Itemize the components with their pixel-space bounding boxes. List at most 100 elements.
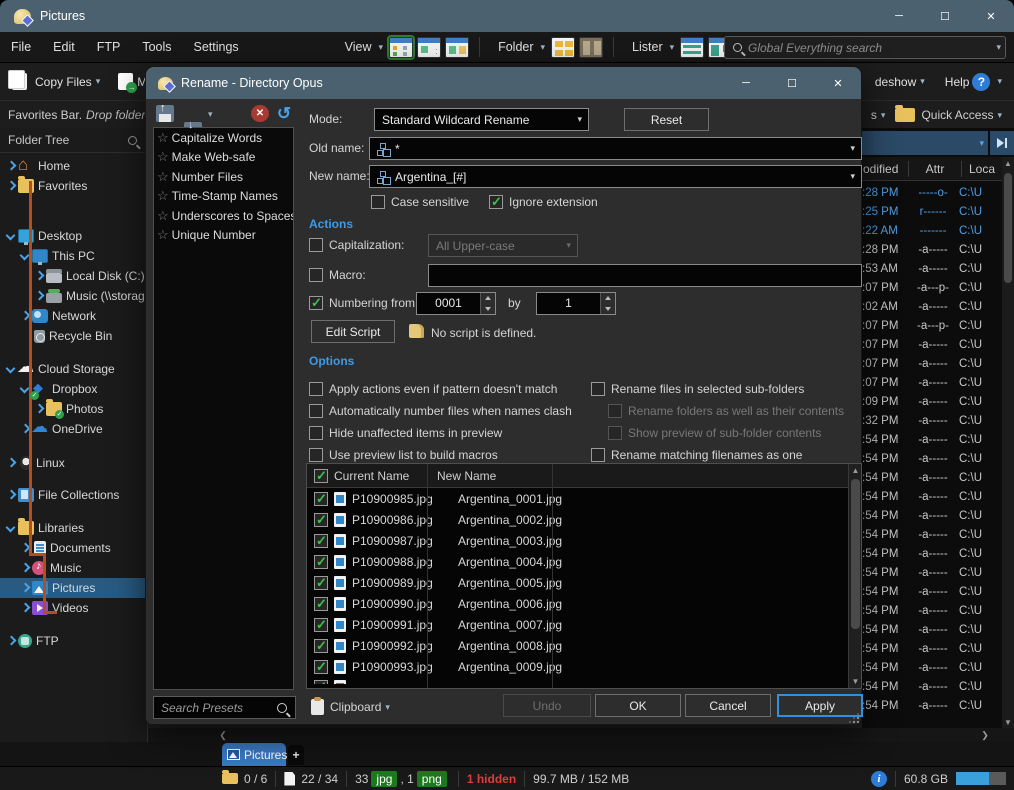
tab-pictures[interactable]: Pictures xyxy=(222,743,286,766)
ok-button[interactable]: OK xyxy=(595,694,681,717)
help-button[interactable]: Help xyxy=(945,75,970,89)
column-attr[interactable]: Attr xyxy=(909,162,961,176)
table-row[interactable]: P10900990.jpgArgentina_0006.jpg xyxy=(307,593,861,614)
mode-select[interactable]: Standard Wildcard Rename▾ xyxy=(374,108,589,131)
star-icon[interactable]: ☆ xyxy=(157,130,169,146)
resize-grip[interactable] xyxy=(849,713,859,723)
case-sensitive-checkbox[interactable]: Case sensitive xyxy=(371,195,469,209)
chevron-down-icon[interactable]: ▾ xyxy=(204,109,217,120)
path-bar[interactable]: ▾ xyxy=(862,131,988,155)
option-rename-matching-filenames-as-one[interactable]: Rename matching filenames as one xyxy=(591,448,802,462)
expand-expanded-icon[interactable] xyxy=(6,523,16,533)
expand-collapsed-icon[interactable] xyxy=(20,583,30,593)
row-checkbox[interactable] xyxy=(314,513,328,527)
option-apply-actions-even-if-pattern-doesn-t-ma[interactable]: Apply actions even if pattern doesn't ma… xyxy=(309,382,557,396)
select-all-checkbox[interactable] xyxy=(314,469,328,483)
file-row[interactable]: :54 PM-a-----C:\U xyxy=(862,639,1002,658)
row-checkbox[interactable] xyxy=(314,618,328,632)
file-row[interactable]: :07 PM-a---p-C:\U xyxy=(862,316,1002,335)
edit-script-button[interactable]: Edit Script xyxy=(311,320,395,343)
tree-item-music[interactable]: Music xyxy=(0,558,147,578)
file-row[interactable]: :09 PM-a-----C:\U xyxy=(862,392,1002,411)
tree-item-desktop[interactable]: Desktop xyxy=(0,226,147,246)
file-row[interactable]: :54 PM-a-----C:\U xyxy=(862,658,1002,677)
file-row[interactable]: :22 AM-------C:\U xyxy=(862,221,1002,240)
file-row[interactable]: :54 PM-a-----C:\U xyxy=(862,582,1002,601)
file-row[interactable]: :54 PM-a-----C:\U xyxy=(862,544,1002,563)
table-row[interactable]: P10900985.jpgArgentina_0001.jpg xyxy=(307,488,861,509)
new-name-column[interactable]: New Name xyxy=(437,469,496,483)
new-tab-button[interactable]: + xyxy=(288,745,304,765)
expand-collapsed-icon[interactable] xyxy=(6,490,16,500)
slideshow-button-clipped[interactable]: deshow xyxy=(875,75,916,89)
tree-item-pictures[interactable]: Pictures xyxy=(0,578,147,598)
scrollbar-thumb[interactable] xyxy=(1004,173,1012,283)
lister-horizontal-icon[interactable] xyxy=(680,37,704,58)
expand-collapsed-icon[interactable] xyxy=(34,271,44,281)
column-modified[interactable]: odified xyxy=(862,162,908,176)
preset-capitalize-words[interactable]: ☆Capitalize Words xyxy=(154,128,293,148)
capitalization-checkbox[interactable]: Capitalization: xyxy=(309,238,404,252)
lister-menu[interactable]: Lister xyxy=(622,40,666,54)
new-name-input[interactable]: Argentina_[#]▾ xyxy=(369,165,862,188)
minimize-button[interactable]: ─ xyxy=(876,0,922,32)
file-row[interactable]: :54 PM-a-----C:\U xyxy=(862,563,1002,582)
expand-expanded-icon[interactable] xyxy=(6,364,16,374)
expand-collapsed-icon[interactable] xyxy=(34,404,44,414)
file-row[interactable]: :07 PM-a---p-C:\U xyxy=(862,278,1002,297)
expand-collapsed-icon[interactable] xyxy=(6,161,16,171)
tree-item-onedrive[interactable]: OneDrive xyxy=(0,419,147,439)
search-presets-input[interactable]: Search Presets xyxy=(153,696,296,719)
column-location[interactable]: Loca xyxy=(962,162,995,176)
current-name-column[interactable]: Current Name xyxy=(334,469,409,483)
option-automatically-number-files-when-names-cl[interactable]: Automatically number files when names cl… xyxy=(309,404,572,418)
table-row[interactable]: P10900993.jpgArgentina_0009.jpg xyxy=(307,656,861,677)
global-search-input[interactable]: Global Everything search ▾ xyxy=(724,36,1006,59)
row-checkbox[interactable] xyxy=(314,576,328,590)
star-icon[interactable]: ☆ xyxy=(157,149,169,165)
tree-item-documents[interactable]: Documents xyxy=(0,538,147,558)
file-row[interactable]: :54 PM-a-----C:\U xyxy=(862,620,1002,639)
file-row[interactable]: :54 PM-a-----C:\U xyxy=(862,525,1002,544)
tree-item-network[interactable]: Network xyxy=(0,306,147,326)
tree-item-favorites[interactable]: Favorites xyxy=(0,176,147,196)
scroll-down-icon[interactable]: ▼ xyxy=(849,675,862,688)
file-row[interactable]: :07 PM-a-----C:\U xyxy=(862,373,1002,392)
row-checkbox[interactable] xyxy=(314,639,328,653)
file-row[interactable]: :54 PM-a-----C:\U xyxy=(862,506,1002,525)
tree-item-videos[interactable]: Videos xyxy=(0,598,147,618)
table-row[interactable]: P10900988.jpgArgentina_0004.jpg xyxy=(307,551,861,572)
star-icon[interactable]: ☆ xyxy=(157,208,169,224)
file-row[interactable]: :25 PMr------C:\U xyxy=(862,202,1002,221)
view-details-icon[interactable] xyxy=(389,37,413,58)
dialog-minimize-button[interactable]: ─ xyxy=(723,67,769,99)
file-row[interactable]: :54 PM-a-----C:\U xyxy=(862,677,1002,696)
tree-item-cloud-storage[interactable]: Cloud Storage xyxy=(0,359,147,379)
menu-settings[interactable]: Settings xyxy=(183,40,250,54)
file-row[interactable]: :54 PM-a-----C:\U xyxy=(862,468,1002,487)
expand-collapsed-icon[interactable] xyxy=(6,636,16,646)
file-row[interactable]: :54 PM-a-----C:\U xyxy=(862,449,1002,468)
scroll-right-icon[interactable]: ❯ xyxy=(978,728,992,742)
clipboard-button[interactable]: Clipboard ▾ xyxy=(311,699,394,715)
tree-item-home[interactable]: Home xyxy=(0,156,147,176)
macro-input[interactable] xyxy=(428,264,862,287)
table-row[interactable]: P10900991.jpgArgentina_0007.jpg xyxy=(307,614,861,635)
tree-search-icon[interactable] xyxy=(128,136,137,145)
folder-menu[interactable]: Folder xyxy=(488,40,536,54)
preset-number-files[interactable]: ☆Number Files xyxy=(154,167,293,187)
row-checkbox[interactable] xyxy=(314,597,328,611)
tree-item-libraries[interactable]: Libraries xyxy=(0,518,147,538)
option-use-preview-list-to-build-macros[interactable]: Use preview list to build macros xyxy=(309,448,498,462)
row-checkbox[interactable] xyxy=(314,492,328,506)
dialog-maximize-button[interactable]: ☐ xyxy=(769,67,815,99)
tree-item-ftp[interactable]: FTP xyxy=(0,631,147,651)
file-row[interactable]: :02 AM-a-----C:\U xyxy=(862,297,1002,316)
file-row[interactable]: :28 PM-----o-C:\U xyxy=(862,183,1002,202)
delete-preset-icon[interactable]: ✕ xyxy=(251,105,269,122)
reset-button[interactable]: Reset xyxy=(624,108,709,131)
view-menu[interactable]: View xyxy=(335,40,375,54)
option-hide-unaffected-items-in-preview[interactable]: Hide unaffected items in preview xyxy=(309,426,502,440)
file-row[interactable]: :07 PM-a-----C:\U xyxy=(862,354,1002,373)
old-name-input[interactable]: *▾ xyxy=(369,137,862,160)
